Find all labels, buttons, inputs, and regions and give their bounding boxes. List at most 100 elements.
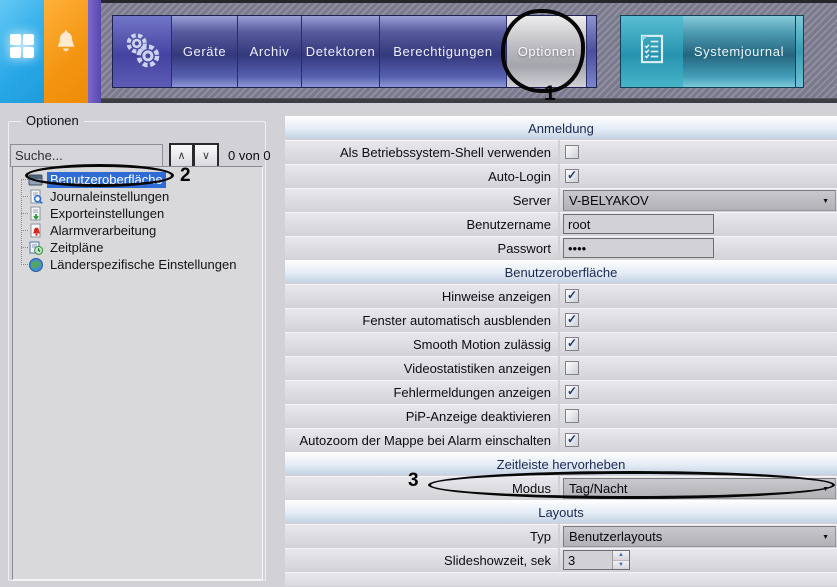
tree-item-alarmverarbeitung[interactable]: Alarmverarbeitung [13, 222, 262, 239]
row-label: Slideshowzeit, sek [285, 548, 558, 571]
row-modus: Modus Tag/Nacht ▼ [285, 476, 837, 499]
search-nav-buttons: ∧ ∨ [169, 143, 219, 168]
tree-item-label[interactable]: Journaleinstellungen [47, 189, 172, 205]
search-input[interactable] [10, 144, 163, 167]
row-label: Videostatistiken anzeigen [285, 356, 558, 379]
settings-gears-button[interactable] [113, 16, 171, 87]
schedule-icon [29, 241, 44, 255]
dropdown-arrow-icon: ▼ [822, 533, 829, 541]
row-label: Fenster automatisch ausblenden [285, 308, 558, 331]
tree-item-label[interactable]: Exporteinstellungen [47, 206, 167, 222]
slideshowzeit-spinner[interactable]: 3 ▲ ▼ [563, 550, 630, 570]
toolbar-end-cap [586, 16, 596, 87]
search-prev-button[interactable]: ∧ [169, 143, 194, 168]
checkbox-fenster-ausblenden[interactable] [565, 313, 579, 327]
tree-item-exporteinstellungen[interactable]: Exporteinstellungen [13, 205, 262, 222]
row-label: Smooth Motion zulässig [285, 332, 558, 355]
row-server: Server V-BELYAKOV ▼ [285, 188, 837, 211]
nav-detektoren[interactable]: Detektoren [301, 16, 379, 87]
slideshowzeit-value: 3 [568, 552, 576, 568]
spinner-buttons: ▲ ▼ [612, 551, 629, 569]
row-fenster-ausblenden: Fenster automatisch ausblenden [285, 308, 837, 331]
nav-archiv[interactable]: Archiv [237, 16, 301, 87]
chevron-up-icon: ∧ [177, 150, 186, 162]
row-hinweise-anzeigen: Hinweise anzeigen [285, 284, 837, 307]
section-header-label: Layouts [538, 504, 584, 520]
systemjournal-icon-button[interactable] [621, 16, 683, 87]
tree-item-zeitplaene[interactable]: Zeitpläne [13, 239, 262, 256]
row-typ: Typ Benutzerlayouts ▼ [285, 524, 837, 547]
dropdown-arrow-icon: ▼ [822, 485, 829, 493]
row-label: Fehlermeldungen anzeigen [285, 380, 558, 403]
spinner-up-button[interactable]: ▲ [613, 551, 629, 560]
tree-item-benutzeroberflaeche[interactable]: Benutzeroberfläche [13, 171, 262, 188]
checkbox-auto-login[interactable] [565, 169, 579, 183]
tree-item-label[interactable]: Benutzeroberfläche [47, 171, 166, 188]
tree-item-label[interactable]: Länderspezifische Einstellungen [47, 257, 239, 273]
typ-dropdown[interactable]: Benutzerlayouts ▼ [563, 525, 836, 547]
section-header-benutzeroberflaeche: Benutzeroberfläche [285, 260, 837, 283]
tree-item-label[interactable]: Alarmverarbeitung [47, 223, 159, 239]
options-groupbox-title: Optionen [21, 113, 84, 128]
row-slideshowzeit: Slideshowzeit, sek 3 ▲ ▼ [285, 548, 837, 571]
checkbox-videostatistiken[interactable] [565, 361, 579, 375]
checkbox-autozoom-mappe[interactable] [565, 433, 579, 447]
nav-berechtigungen[interactable]: Berechtigungen [379, 16, 506, 87]
row-smooth-motion: Smooth Motion zulässig [285, 332, 837, 355]
row-label: Server [285, 188, 558, 211]
search-result-count: 0 von 0 [228, 148, 271, 163]
search-next-button[interactable]: ∨ [194, 143, 219, 168]
tree-item-laenderspezifische-einstellungen[interactable]: Länderspezifische Einstellungen [13, 256, 262, 273]
row-pip-anzeige: PiP-Anzeige deaktivieren [285, 404, 837, 427]
benutzername-value: root [568, 216, 591, 232]
journal-search-icon [30, 189, 43, 204]
modus-dropdown[interactable]: Tag/Nacht ▼ [563, 477, 836, 499]
nav-geraete[interactable]: Geräte [171, 16, 237, 87]
systemjournal-button[interactable]: Systemjournal [683, 16, 795, 87]
section-header-label: Zeitleiste hervorheben [496, 456, 626, 472]
settings-panel: Anmeldung Als Betriebssystem-Shell verwe… [285, 116, 837, 586]
nav-archiv-label: Archiv [249, 44, 290, 59]
checkbox-fehlermeldungen[interactable] [565, 385, 579, 399]
window-icon [28, 174, 43, 185]
options-window: Geräte Archiv Detektoren Berechtigungen … [0, 0, 837, 587]
spinner-down-button[interactable]: ▼ [613, 559, 629, 569]
row-label: Passwort [285, 236, 558, 259]
systemjournal-end-cap [795, 16, 803, 87]
row-fehlermeldungen: Fehlermeldungen anzeigen [285, 380, 837, 403]
globe-icon [29, 257, 43, 272]
alarm-bell-icon [51, 29, 81, 64]
benutzername-input[interactable]: root [563, 214, 714, 234]
dropdown-arrow-icon: ▼ [822, 197, 829, 205]
checkbox-smooth-motion[interactable] [565, 337, 579, 351]
tree-item-journaleinstellungen[interactable]: Journaleinstellungen [13, 188, 262, 205]
checkbox-pip-anzeige[interactable] [565, 409, 579, 423]
chevron-down-icon: ∨ [201, 150, 211, 162]
nav-detektoren-label: Detektoren [305, 44, 376, 59]
typ-dropdown-value: Benutzerlayouts [569, 528, 663, 544]
passwort-input[interactable]: •••• [563, 238, 714, 258]
options-tree: Benutzeroberfläche Journaleinstellungen … [12, 166, 263, 580]
tree-item-label[interactable]: Zeitpläne [47, 240, 106, 256]
nav-geraete-label: Geräte [182, 44, 227, 59]
row-videostatistiken: Videostatistiken anzeigen [285, 356, 837, 379]
row-label: Modus [285, 476, 558, 499]
server-dropdown[interactable]: V-BELYAKOV ▼ [563, 189, 836, 211]
nav-optionen[interactable]: Optionen [506, 16, 586, 87]
apps-grid-icon [10, 34, 34, 58]
checkbox-betriebssystem-shell[interactable] [565, 145, 579, 159]
checkbox-hinweise-anzeigen[interactable] [565, 289, 579, 303]
tab-alarm[interactable] [44, 0, 88, 103]
journal-checklist-icon [637, 32, 667, 71]
row-label: PiP-Anzeige deaktivieren [285, 404, 558, 427]
row-auto-login: Auto-Login [285, 164, 837, 187]
section-header-label: Benutzeroberfläche [504, 264, 618, 280]
main-toolbar: Geräte Archiv Detektoren Berechtigungen … [112, 15, 597, 88]
row-label: Hinweise anzeigen [285, 284, 558, 307]
tab-apps[interactable] [0, 0, 44, 103]
systemjournal-label: Systemjournal [693, 44, 785, 59]
alarm-doc-icon [30, 223, 41, 237]
export-icon [30, 206, 41, 220]
empty-row [285, 572, 837, 586]
row-label: Benutzername [285, 212, 558, 235]
